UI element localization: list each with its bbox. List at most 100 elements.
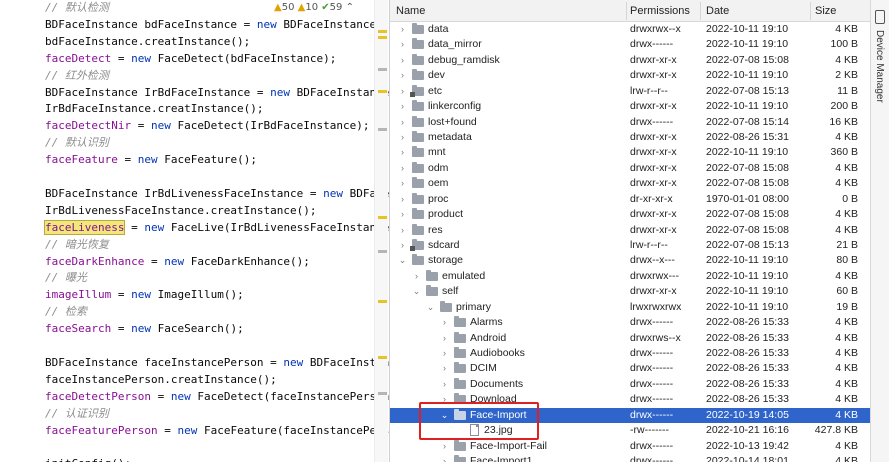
tree-row-debug-ramdisk[interactable]: › debug_ramdisk drwxr-xr-x 2022-07-08 15:08… [390, 53, 870, 68]
tree-row-data-mirror[interactable]: › data_mirror drwx------ 2022-10-11 19:10 10… [390, 37, 870, 52]
column-name[interactable]: Name [396, 0, 425, 22]
code-comment-line[interactable]: // 检索 [45, 303, 87, 320]
chevron-right-icon[interactable]: › [440, 318, 449, 327]
code-editor[interactable]: // 默认检测 BDFaceInstance bdFaceInstance = n… [0, 0, 390, 462]
chevron-right-icon[interactable]: › [398, 133, 407, 142]
info-marker[interactable] [378, 250, 387, 253]
error-stripe-gutter[interactable] [374, 0, 388, 462]
chevron-right-icon[interactable]: › [398, 71, 407, 80]
tree-row-audiobooks[interactable]: › Audiobooks drwx------ 2022-08-26 15:33 4 K… [390, 346, 870, 361]
chevron-right-icon[interactable]: › [398, 102, 407, 111]
code-comment-line[interactable]: // 暗光恢复 [45, 236, 109, 253]
chevron-right-icon[interactable]: › [398, 163, 407, 173]
warning-marker[interactable] [378, 216, 387, 219]
column-divider[interactable] [626, 2, 627, 20]
column-size[interactable]: Size [815, 0, 836, 22]
chevron-right-icon[interactable]: › [440, 441, 449, 451]
chevron-right-icon[interactable]: › [398, 40, 407, 49]
code-line[interactable]: faceDetectNir = new FaceDetect(IrBdFaceI… [45, 117, 370, 134]
chevron-right-icon[interactable]: › [398, 55, 407, 65]
tree-row-metadata[interactable]: › metadata drwxr-xr-x 2022-08-26 15:31 4 KB [390, 130, 870, 145]
tree-row-oem[interactable]: › oem drwxr-xr-x 2022-07-08 15:08 4 KB [390, 176, 870, 191]
tree-row-product[interactable]: › product drwxr-xr-x 2022-07-08 15:08 4 KB [390, 207, 870, 222]
tree-row-lost-found[interactable]: › lost+found drwx------ 2022-07-08 15:14 16 … [390, 115, 870, 130]
tree-row-sdcard[interactable]: › sdcard lrw-r--r-- 2022-07-08 15:13 21 B [390, 238, 870, 253]
code-line[interactable]: faceLiveness = new FaceLive(IrBdLiveness… [43, 219, 390, 236]
warning-marker[interactable] [378, 300, 387, 303]
chevron-right-icon[interactable]: › [440, 333, 449, 343]
code-line[interactable]: BDFaceInstance bdFaceInstance = new BDFa… [45, 16, 390, 33]
tree-row-dcim[interactable]: › DCIM drwx------ 2022-08-26 15:33 4 KB [390, 361, 870, 376]
code-comment-line[interactable]: // 红外检测 [45, 67, 109, 84]
code-line[interactable]: faceSearch = new FaceSearch(); [45, 320, 244, 337]
column-divider[interactable] [810, 2, 811, 20]
tree-row-alarms[interactable]: › Alarms drwx------ 2022-08-26 15:33 4 KB [390, 315, 870, 330]
warning-marker[interactable] [378, 30, 387, 33]
column-divider[interactable] [700, 2, 701, 20]
chevron-right-icon[interactable]: › [440, 364, 449, 373]
chevron-right-icon[interactable]: › [398, 148, 407, 157]
code-line[interactable]: bdFaceInstance.creatInstance(); [45, 33, 250, 50]
warning-marker[interactable] [378, 36, 387, 39]
tree-row-download[interactable]: › Download drwx------ 2022-08-26 15:33 4 KB [390, 392, 870, 407]
chevron-right-icon[interactable]: › [398, 241, 407, 250]
device-file-explorer[interactable]: Name Permissions Date Size › data drwxrwx-… [389, 0, 870, 462]
code-line[interactable]: imageIllum = new ImageIllum(); [45, 286, 244, 303]
tree-row-documents[interactable]: › Documents drwx------ 2022-08-26 15:33 4 KB [390, 377, 870, 392]
chevron-right-icon[interactable]: › [412, 271, 421, 281]
tree-row-primary[interactable]: ⌄ primary lrwxrwxrwx 2022-10-11 19:10 19 B [390, 300, 870, 315]
chevron-down-icon[interactable]: ⌄ [440, 410, 449, 420]
chevron-right-icon[interactable]: › [440, 349, 449, 358]
chevron-right-icon[interactable]: › [440, 395, 449, 404]
code-line[interactable]: BDFaceInstance faceInstancePerson = new … [45, 354, 390, 371]
tree-row-mnt[interactable]: › mnt drwxr-xr-x 2022-10-11 19:10 360 B [390, 145, 870, 160]
code-line[interactable]: faceFeature = new FaceFeature(); [45, 151, 257, 168]
chevron-down-icon[interactable]: ⌄ [412, 287, 421, 296]
tree-row-proc[interactable]: › proc dr-xr-xr-x 1970-01-01 08:00 0 B [390, 192, 870, 207]
warning-marker[interactable] [378, 356, 387, 359]
warning-marker[interactable] [378, 90, 387, 93]
tree-row-etc[interactable]: › etc lrw-r--r-- 2022-07-08 15:13 11 B [390, 84, 870, 99]
code-line[interactable]: faceDetect = new FaceDetect(bdFaceInstan… [45, 50, 336, 67]
chevron-right-icon[interactable]: › [398, 86, 407, 96]
tree-row-file[interactable]: 23.jpg -rw------- 2022-10-21 16:16 427.8 KB [390, 423, 870, 438]
code-line[interactable]: faceFeaturePerson = new FaceFeature(face… [45, 422, 390, 439]
code-line[interactable]: faceDetectPerson = new FaceDetect(faceIn… [45, 388, 390, 405]
tree-row-res[interactable]: › res drwxr-xr-x 2022-07-08 15:08 4 KB [390, 223, 870, 238]
chevron-down-icon[interactable]: ⌄ [398, 256, 407, 265]
code-line[interactable]: IrBdFaceInstance.creatInstance(); [45, 100, 264, 117]
chevron-right-icon[interactable]: › [398, 194, 407, 204]
code-line[interactable]: BDFaceInstance IrBdFaceInstance = new BD… [45, 84, 390, 101]
code-line[interactable]: BDFaceInstance IrBdLivenessFaceInstance … [45, 185, 390, 202]
tree-row-face-import[interactable]: ⌄ Face-Import drwx------ 2022-10-19 14:05 4 … [390, 407, 870, 424]
tree-row-data[interactable]: › data drwxrwx--x 2022-10-11 19:10 4 KB [390, 22, 870, 37]
chevron-right-icon[interactable]: › [398, 179, 407, 188]
info-marker[interactable] [378, 68, 387, 71]
tree-row-android[interactable]: › Android drwxrws--x 2022-08-26 15:33 4 KB [390, 331, 870, 346]
chevron-right-icon[interactable]: › [440, 457, 449, 462]
code-comment-line[interactable]: // 默认检测 [45, 0, 109, 16]
code-line[interactable]: faceDarkEnhance = new FaceDarkEnhance(); [45, 253, 310, 270]
chevron-right-icon[interactable]: › [398, 25, 407, 34]
chevron-right-icon[interactable]: › [398, 117, 407, 127]
tree-row-linkerconfig[interactable]: › linkerconfig drwxr-xr-x 2022-10-11 19:10 2… [390, 99, 870, 114]
code-comment-line[interactable]: // 认证识别 [45, 405, 109, 422]
chevron-up-icon[interactable]: ⌃ [346, 2, 354, 13]
inspection-widget[interactable]: ▲50 ▲10 ✔59 ⌃ [268, 0, 360, 16]
tree-row-self[interactable]: ⌄ self drwxr-xr-x 2022-10-11 19:10 60 B [390, 284, 870, 299]
device-manager-tab[interactable]: Device Manager [874, 30, 885, 103]
code-comment-line[interactable]: // 默认识别 [45, 134, 109, 151]
tree-row-storage[interactable]: ⌄ storage drwx--x--- 2022-10-11 19:10 80 B [390, 253, 870, 268]
column-date[interactable]: Date [706, 0, 729, 22]
code-line[interactable]: IrBdLivenessFaceInstance.creatInstance()… [45, 202, 317, 219]
chevron-down-icon[interactable]: ⌄ [426, 302, 435, 312]
info-marker[interactable] [378, 392, 387, 395]
tree-row-odm[interactable]: › odm drwxr-xr-x 2022-07-08 15:08 4 KB [390, 161, 870, 176]
code-line[interactable]: faceInstancePerson.creatInstance(); [45, 371, 277, 388]
info-marker[interactable] [378, 128, 387, 131]
tree-row-face-import-fail[interactable]: › Face-Import-Fail drwx------ 2022-10-13 19… [390, 439, 870, 454]
tree-row-face-import1[interactable]: › Face-Import1 drwx------ 2022-10-14 18:01 4… [390, 454, 870, 462]
tree-row-dev[interactable]: › dev drwxr-xr-x 2022-10-11 19:10 2 KB [390, 68, 870, 83]
chevron-right-icon[interactable]: › [398, 225, 407, 235]
code-line[interactable]: initConfig(); [45, 455, 131, 462]
